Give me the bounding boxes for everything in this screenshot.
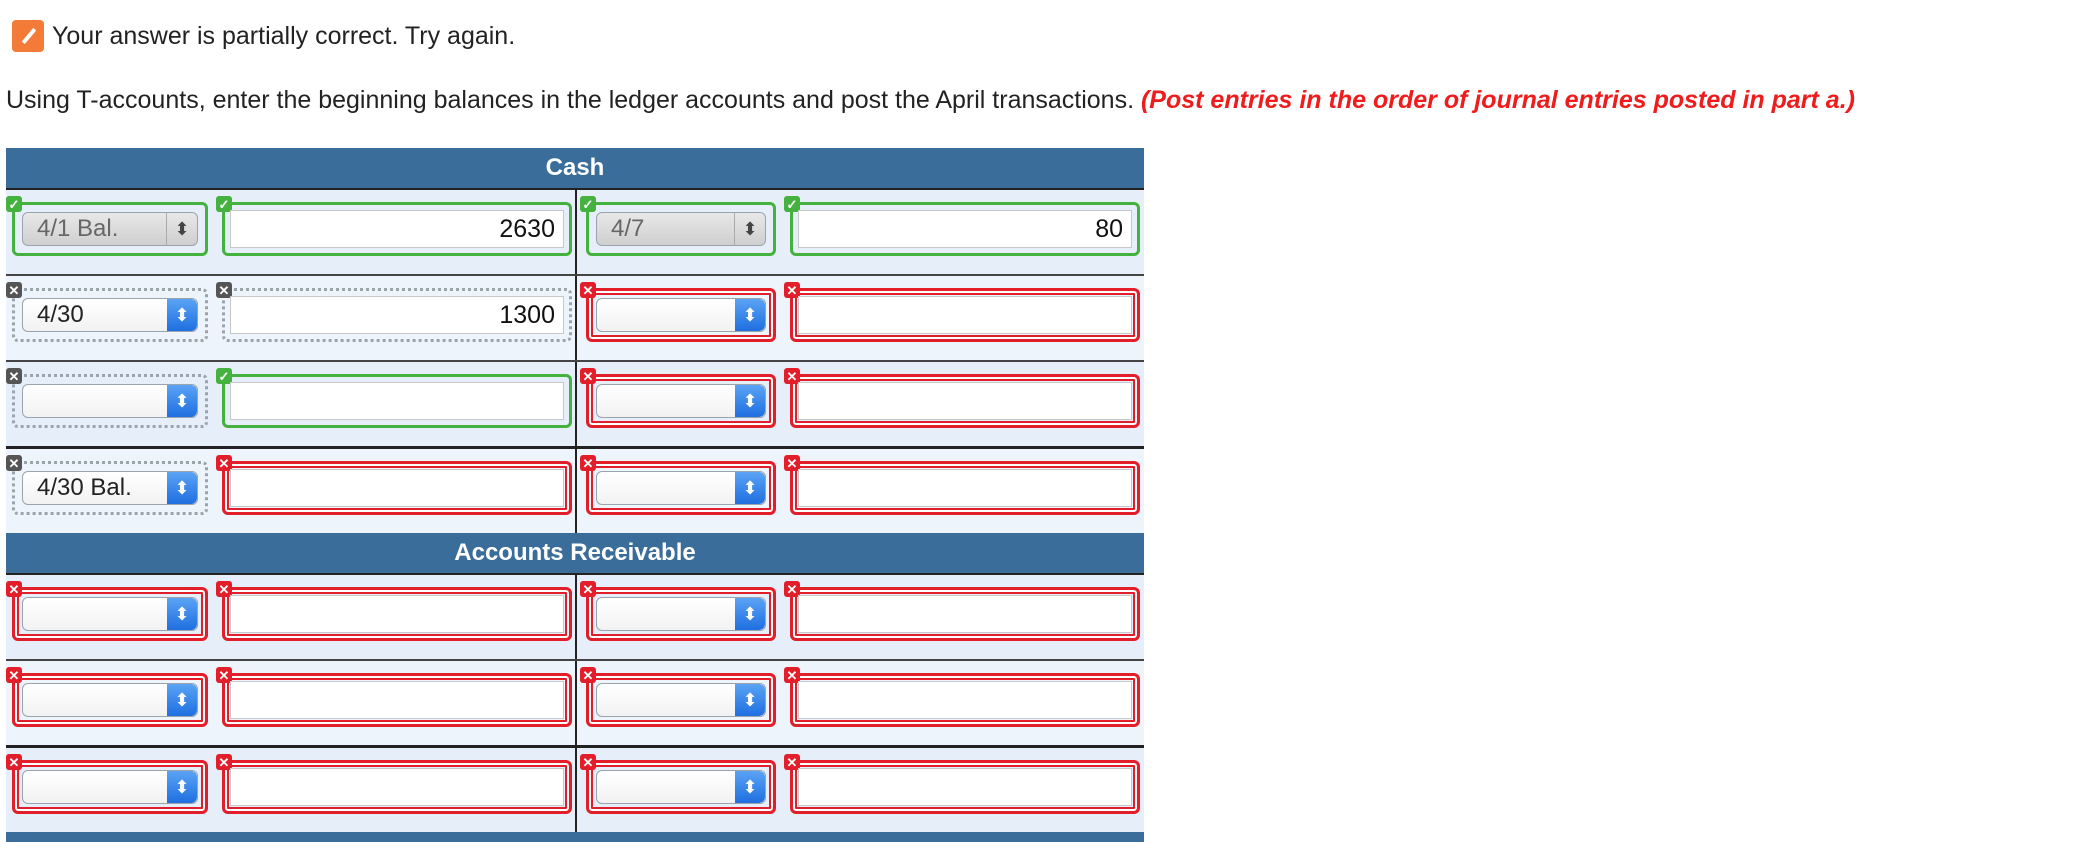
- x-icon: ✕: [6, 667, 22, 683]
- debit-date-select[interactable]: ⬍: [22, 597, 198, 631]
- credit-amount-input[interactable]: 80: [798, 210, 1132, 248]
- credit-date-select[interactable]: ⬍: [596, 770, 766, 804]
- chevron-updown-icon: ⬍: [735, 299, 765, 331]
- instructions-text: Using T-accounts, enter the beginning ba…: [6, 86, 1135, 114]
- debit-amount-input[interactable]: [230, 469, 564, 507]
- x-icon: ✕: [6, 455, 22, 471]
- chevron-updown-icon: ⬍: [167, 771, 197, 803]
- credit-date-select[interactable]: 4/7 ⬍: [596, 212, 766, 246]
- next-account-header: [6, 832, 1144, 842]
- x-icon: ✕: [6, 368, 22, 384]
- x-icon: ✕: [580, 368, 596, 384]
- stepper-icon: ⬍: [734, 213, 765, 245]
- debit-date-select[interactable]: 4/30 Bal. ⬍: [22, 471, 198, 505]
- debit-amount-input[interactable]: 1300: [230, 296, 564, 334]
- credit-date-select[interactable]: ⬍: [596, 683, 766, 717]
- credit-date-select[interactable]: ⬍: [596, 298, 766, 332]
- account-title-accounts-receivable: Accounts Receivable: [6, 533, 1144, 573]
- debit-amount-input[interactable]: [230, 382, 564, 420]
- credit-amount-input[interactable]: [798, 382, 1132, 420]
- pencil-icon: [12, 20, 44, 52]
- ledger-row: ✕ ⬍ ✕ ✕ ⬍ ✕: [6, 745, 1144, 832]
- chevron-updown-icon: ⬍: [167, 684, 197, 716]
- credit-amount-input[interactable]: [798, 469, 1132, 507]
- debit-date-select[interactable]: 4/1 Bal. ⬍: [22, 212, 198, 246]
- debit-amount-input[interactable]: [230, 681, 564, 719]
- feedback-message: Your answer is partially correct. Try ag…: [52, 21, 516, 50]
- credit-date-select[interactable]: ⬍: [596, 384, 766, 418]
- x-icon: ✕: [6, 754, 22, 770]
- chevron-updown-icon: ⬍: [735, 598, 765, 630]
- ledger-row: ✓ 4/1 Bal. ⬍ ✓ 2630 ✓ 4/7 ⬍ ✓ 80: [6, 188, 1144, 274]
- x-icon: ✕: [6, 282, 22, 298]
- t-accounts: Cash ✓ 4/1 Bal. ⬍ ✓ 2630 ✓ 4/7 ⬍ ✓ 80 ✕ 4/…: [6, 148, 1144, 842]
- instructions-hint: (Post entries in the order of journal en…: [1140, 86, 1855, 114]
- debit-date-select[interactable]: ⬍: [22, 683, 198, 717]
- feedback-banner: Your answer is partially correct. Try ag…: [12, 18, 515, 54]
- chevron-updown-icon: ⬍: [167, 385, 197, 417]
- debit-amount-input[interactable]: [230, 595, 564, 633]
- credit-amount-input[interactable]: [798, 681, 1132, 719]
- chevron-updown-icon: ⬍: [735, 472, 765, 504]
- chevron-updown-icon: ⬍: [735, 385, 765, 417]
- stepper-icon: ⬍: [166, 213, 197, 245]
- x-icon: ✕: [580, 667, 596, 683]
- account-title-cash: Cash: [6, 148, 1144, 188]
- ledger-row: ✕ ⬍ ✕ ✕ ⬍ ✕: [6, 573, 1144, 659]
- ledger-row: ✕ 4/30 ⬍ ✕ 1300 ✕ ⬍ ✕: [6, 274, 1144, 360]
- instructions: Using T-accounts, enter the beginning ba…: [6, 86, 1855, 115]
- debit-date-select[interactable]: ⬍: [22, 384, 198, 418]
- debit-date-select[interactable]: 4/30 ⬍: [22, 298, 198, 332]
- x-icon: ✕: [580, 455, 596, 471]
- x-icon: ✕: [6, 581, 22, 597]
- chevron-updown-icon: ⬍: [735, 771, 765, 803]
- chevron-updown-icon: ⬍: [735, 684, 765, 716]
- check-icon: ✓: [580, 196, 596, 212]
- chevron-updown-icon: ⬍: [167, 598, 197, 630]
- credit-date-select[interactable]: ⬍: [596, 471, 766, 505]
- ledger-row: ✕ ⬍ ✓ ✕ ⬍ ✕: [6, 360, 1144, 446]
- x-icon: ✕: [580, 282, 596, 298]
- credit-amount-input[interactable]: [798, 768, 1132, 806]
- debit-amount-input[interactable]: 2630: [230, 210, 564, 248]
- credit-date-select[interactable]: ⬍: [596, 597, 766, 631]
- chevron-updown-icon: ⬍: [167, 472, 197, 504]
- x-icon: ✕: [580, 581, 596, 597]
- ledger-row-balance: ✕ 4/30 Bal. ⬍ ✕ ✕ ⬍ ✕: [6, 446, 1144, 533]
- debit-date-select[interactable]: ⬍: [22, 770, 198, 804]
- x-icon: ✕: [580, 754, 596, 770]
- check-icon: ✓: [6, 196, 22, 212]
- chevron-updown-icon: ⬍: [167, 299, 197, 331]
- debit-amount-input[interactable]: [230, 768, 564, 806]
- ledger-row: ✕ ⬍ ✕ ✕ ⬍ ✕: [6, 659, 1144, 745]
- credit-amount-input[interactable]: [798, 296, 1132, 334]
- credit-amount-input[interactable]: [798, 595, 1132, 633]
